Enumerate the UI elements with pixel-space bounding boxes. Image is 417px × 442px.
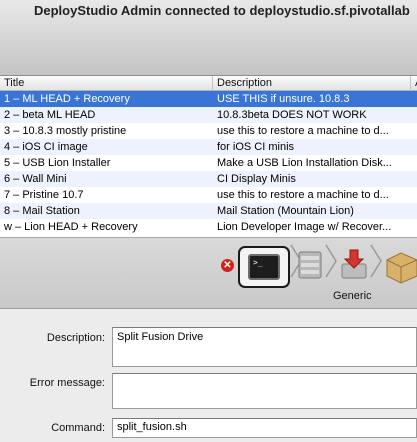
disk-icon [298, 251, 322, 279]
table-row[interactable]: 5 – USB Lion Installer Make a USB Lion In… [0, 155, 417, 171]
table-row[interactable]: 7 – Pristine 10.7 use this to restore a m… [0, 187, 417, 203]
window-titlebar: DeployStudio Admin connected to deployst… [0, 0, 417, 76]
table-header: Title Description A [0, 76, 417, 91]
description-label: Description: [46, 332, 105, 344]
row-title: 7 – Pristine 10.7 [4, 189, 84, 201]
window-title: DeployStudio Admin connected to deployst… [34, 3, 410, 18]
row-description: 10.8.3beta DOES NOT WORK [217, 109, 367, 121]
table-row[interactable]: 8 – Mail Station Mail Station (Mountain L… [0, 203, 417, 219]
download-disk-icon [341, 249, 367, 279]
table-row[interactable]: 1 – ML HEAD + Recovery USE THIS if unsure… [0, 91, 417, 107]
row-description: Lion Developer Image w/ Recover... [217, 221, 392, 233]
workflow-table: Title Description A 1 – ML HEAD + Recove… [0, 76, 417, 237]
terminal-icon: >_ [248, 254, 280, 280]
column-header-extra[interactable]: A [411, 76, 417, 91]
table-row[interactable]: 4 – iOS CI image for iOS CI minis [0, 139, 417, 155]
row-title: 1 – ML HEAD + Recovery [4, 93, 130, 105]
row-title: 8 – Mail Station [4, 205, 80, 217]
selected-task-label: Generic [333, 290, 372, 302]
command-field[interactable]: split_fusion.sh [112, 418, 417, 438]
workflow-task-strip: ✕ >_ Generic [0, 237, 417, 309]
row-title: 2 – beta ML HEAD [4, 109, 96, 121]
row-title: 4 – iOS CI image [4, 141, 88, 153]
row-description: use this to restore a machine to d... [217, 125, 389, 137]
row-title: w – Lion HEAD + Recovery [4, 221, 138, 233]
column-header-description[interactable]: Description [213, 76, 411, 91]
row-title: 6 – Wall Mini [4, 173, 67, 185]
error-message-label: Error message: [29, 377, 105, 389]
description-field[interactable]: Split Fusion Drive [112, 327, 417, 367]
row-description: USE THIS if unsure. 10.8.3 [217, 93, 350, 105]
command-label: Command: [51, 422, 105, 434]
row-description: Mail Station (Mountain Lion) [217, 205, 354, 217]
delete-task-icon[interactable]: ✕ [221, 259, 234, 272]
table-body: 1 – ML HEAD + Recovery USE THIS if unsure… [0, 91, 417, 235]
task-disk[interactable] [289, 246, 327, 288]
row-description: for iOS CI minis [217, 141, 295, 153]
task-settings-form: Description: Split Fusion Drive Error me… [0, 310, 417, 442]
column-header-title[interactable]: Title [0, 76, 213, 91]
package-icon [386, 252, 417, 284]
row-title: 3 – 10.8.3 mostly pristine [4, 125, 127, 137]
error-message-field[interactable] [112, 373, 417, 409]
row-title: 5 – USB Lion Installer [4, 157, 111, 169]
table-row[interactable]: 3 – 10.8.3 mostly pristine use this to re… [0, 123, 417, 139]
table-row[interactable]: 6 – Wall Mini CI Display Minis [0, 171, 417, 187]
table-row[interactable]: 2 – beta ML HEAD 10.8.3beta DOES NOT WORK [0, 107, 417, 123]
task-package[interactable] [381, 246, 417, 288]
task-generic[interactable]: >_ [238, 246, 290, 288]
row-description: Make a USB Lion Installation Disk... [217, 157, 392, 169]
row-description: CI Display Minis [217, 173, 296, 185]
task-restore[interactable] [334, 246, 372, 288]
row-description: use this to restore a machine to d... [217, 189, 389, 201]
table-row[interactable]: w – Lion HEAD + Recovery Lion Developer I… [0, 219, 417, 235]
